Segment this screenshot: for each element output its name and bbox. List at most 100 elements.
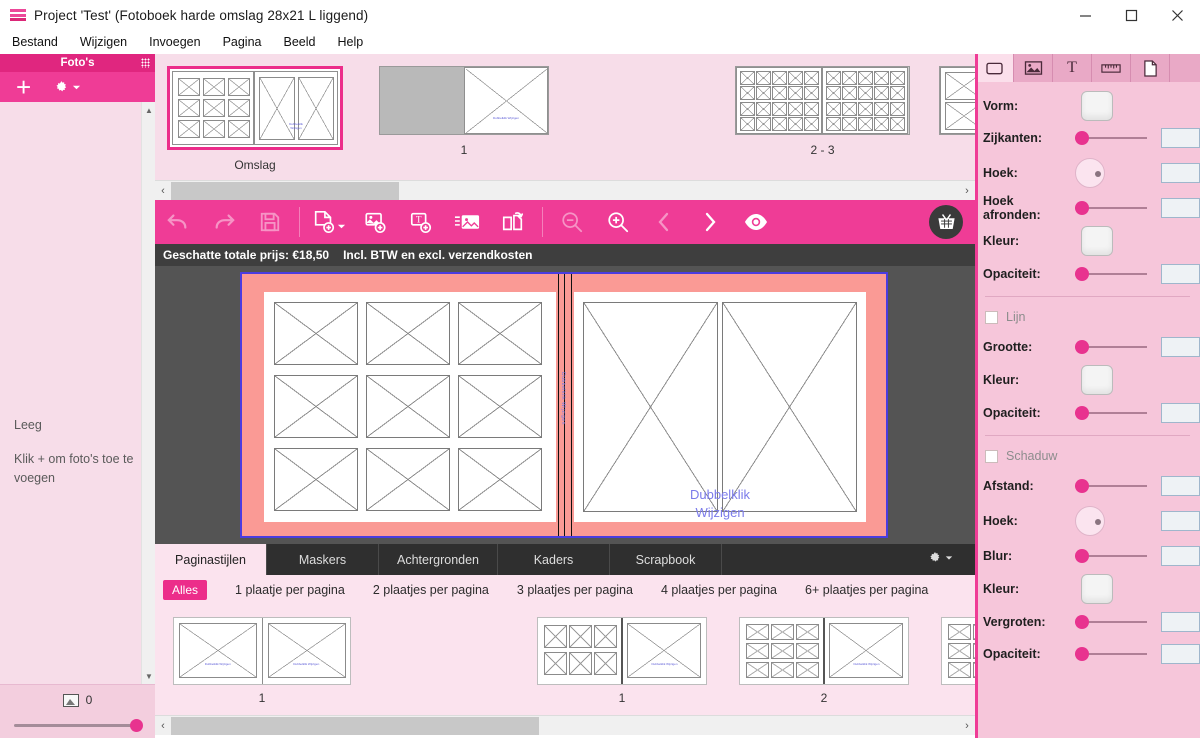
page-tab[interactable] [1131,54,1170,82]
vergroten-value-field[interactable] [1161,612,1200,632]
schaduw-checkbox-row[interactable]: Schaduw [975,442,1200,470]
filter-6plus-per-page[interactable]: 6+ plaatjes per pagina [805,583,928,597]
afstand-value-field[interactable] [1161,476,1200,496]
opaciteit-slider[interactable] [1075,267,1147,281]
style-shelf-scrollbar[interactable]: ‹ › [155,715,975,735]
photo-placeholder[interactable] [722,302,857,512]
page-thumb-1[interactable]: Dubbelklik Wijzigen 1 [379,66,549,157]
tab-paginastijlen[interactable]: Paginastijlen [155,544,267,575]
photo-placeholder[interactable] [458,448,542,511]
photo-placeholder[interactable] [366,302,450,365]
photo-placeholder[interactable] [366,448,450,511]
page-thumb-2-3[interactable]: 2 - 3 [735,66,910,157]
thumbstrip-scrollbar[interactable]: ‹ › [155,180,975,200]
schaduw-opaciteit-value-field[interactable] [1161,644,1200,664]
photo-placeholder[interactable] [274,448,358,511]
minimize-button[interactable] [1062,0,1108,30]
filter-1-per-page[interactable]: 1 plaatje per pagina [235,583,345,597]
hoek-afronden-value-field[interactable] [1161,198,1200,218]
scroll-up-icon[interactable]: ▲ [142,102,156,118]
photo-placeholder[interactable] [274,302,358,365]
photo-placeholder[interactable] [458,302,542,365]
opaciteit-value-field[interactable] [1161,264,1200,284]
maximize-button[interactable] [1108,0,1154,30]
photos-list[interactable]: Leeg Klik + om foto's toe te voegen [0,102,141,684]
scrollbar-thumb[interactable] [171,717,539,735]
tab-kaders[interactable]: Kaders [498,544,610,575]
hoek-afronden-slider[interactable] [1075,201,1147,215]
cart-button[interactable] [929,205,963,239]
kleur-swatch[interactable] [1081,226,1113,256]
menu-item-help[interactable]: Help [337,35,363,49]
add-photo-button[interactable]: + [16,77,31,97]
page-canvas[interactable]: Dubbelklik Wijzigen Dubbelklik Wijzigen [155,266,975,544]
scroll-left-icon[interactable]: ‹ [155,185,171,197]
tab-achtergronden[interactable]: Achtergronden [379,544,498,575]
zijkanten-slider[interactable] [1075,131,1147,145]
lijn-grootte-value-field[interactable] [1161,337,1200,357]
blur-value-field[interactable] [1161,546,1200,566]
ruler-tab[interactable] [1092,54,1131,82]
slider-knob[interactable] [130,719,143,732]
blur-slider[interactable] [1075,549,1147,563]
schaduw-opaciteit-slider[interactable] [1075,647,1147,661]
menu-item-pagina[interactable]: Pagina [223,35,262,49]
schaduw-hoek-dial[interactable] [1075,506,1105,536]
save-button[interactable] [247,200,293,244]
tab-scrapbook[interactable]: Scrapbook [610,544,722,575]
duplicate-button[interactable] [490,200,536,244]
menu-item-bestand[interactable]: Bestand [12,35,58,49]
lijn-checkbox-row[interactable]: Lijn [975,303,1200,331]
add-photo-button[interactable] [352,200,398,244]
menu-item-beeld[interactable]: Beeld [284,35,316,49]
preview-button[interactable] [733,200,779,244]
zoom-in-button[interactable] [595,200,641,244]
content-tabs-settings-button[interactable] [927,550,953,566]
add-text-button[interactable]: T [398,200,444,244]
photo-placeholder[interactable] [366,375,450,438]
scroll-right-icon[interactable]: › [959,720,975,732]
add-caption-button[interactable] [444,200,490,244]
hoek-value-field[interactable] [1161,163,1200,183]
scroll-right-icon[interactable]: › [959,185,975,197]
menu-item-wijzigen[interactable]: Wijzigen [80,35,127,49]
zijkanten-value-field[interactable] [1161,128,1200,148]
menu-item-invoegen[interactable]: Invoegen [149,35,200,49]
vergroten-slider[interactable] [1075,615,1147,629]
photos-settings-button[interactable] [53,79,81,96]
afstand-slider[interactable] [1075,479,1147,493]
filter-4-per-page[interactable]: 4 plaatjes per pagina [661,583,777,597]
add-page-button[interactable] [306,200,352,244]
panel-grip-icon[interactable] [141,58,150,68]
vorm-swatch[interactable] [1081,91,1113,121]
next-page-button[interactable] [687,200,733,244]
style-item-3[interactable]: Dubbelklik Wijzigen 2 [739,617,909,705]
page-thumb-omslag[interactable]: DubbelklikWijzigen Omslag [167,66,343,172]
lijn-checkbox[interactable] [985,311,998,324]
filter-2-per-page[interactable]: 2 plaatjes per pagina [373,583,489,597]
schaduw-checkbox[interactable] [985,450,998,463]
lijn-grootte-slider[interactable] [1075,340,1147,354]
photo-placeholder[interactable] [583,302,718,512]
hoek-dial[interactable] [1075,158,1105,188]
schaduw-hoek-value-field[interactable] [1161,511,1200,531]
scroll-left-icon[interactable]: ‹ [155,720,171,732]
lijn-kleur-swatch[interactable] [1081,365,1113,395]
style-item-1[interactable]: Dubbelklik Wijzigen Dubbelklik Wijzigen … [173,617,351,705]
scrollbar-thumb[interactable] [171,182,399,200]
schaduw-kleur-swatch[interactable] [1081,574,1113,604]
scroll-down-icon[interactable]: ▼ [142,668,156,684]
undo-button[interactable] [155,200,201,244]
filter-all-chip[interactable]: Alles [163,580,207,600]
image-tab[interactable] [1014,54,1053,82]
photo-placeholder[interactable] [458,375,542,438]
style-item-2[interactable]: Dubbelklik Wijzigen 1 [537,617,707,705]
redo-button[interactable] [201,200,247,244]
text-tab[interactable]: T [1053,54,1092,82]
photo-placeholder[interactable] [274,375,358,438]
filter-3-per-page[interactable]: 3 plaatjes per pagina [517,583,633,597]
photos-scrollbar[interactable]: ▲ ▼ [141,102,155,684]
lijn-opaciteit-slider[interactable] [1075,406,1147,420]
lijn-opaciteit-value-field[interactable] [1161,403,1200,423]
tab-maskers[interactable]: Maskers [267,544,379,575]
